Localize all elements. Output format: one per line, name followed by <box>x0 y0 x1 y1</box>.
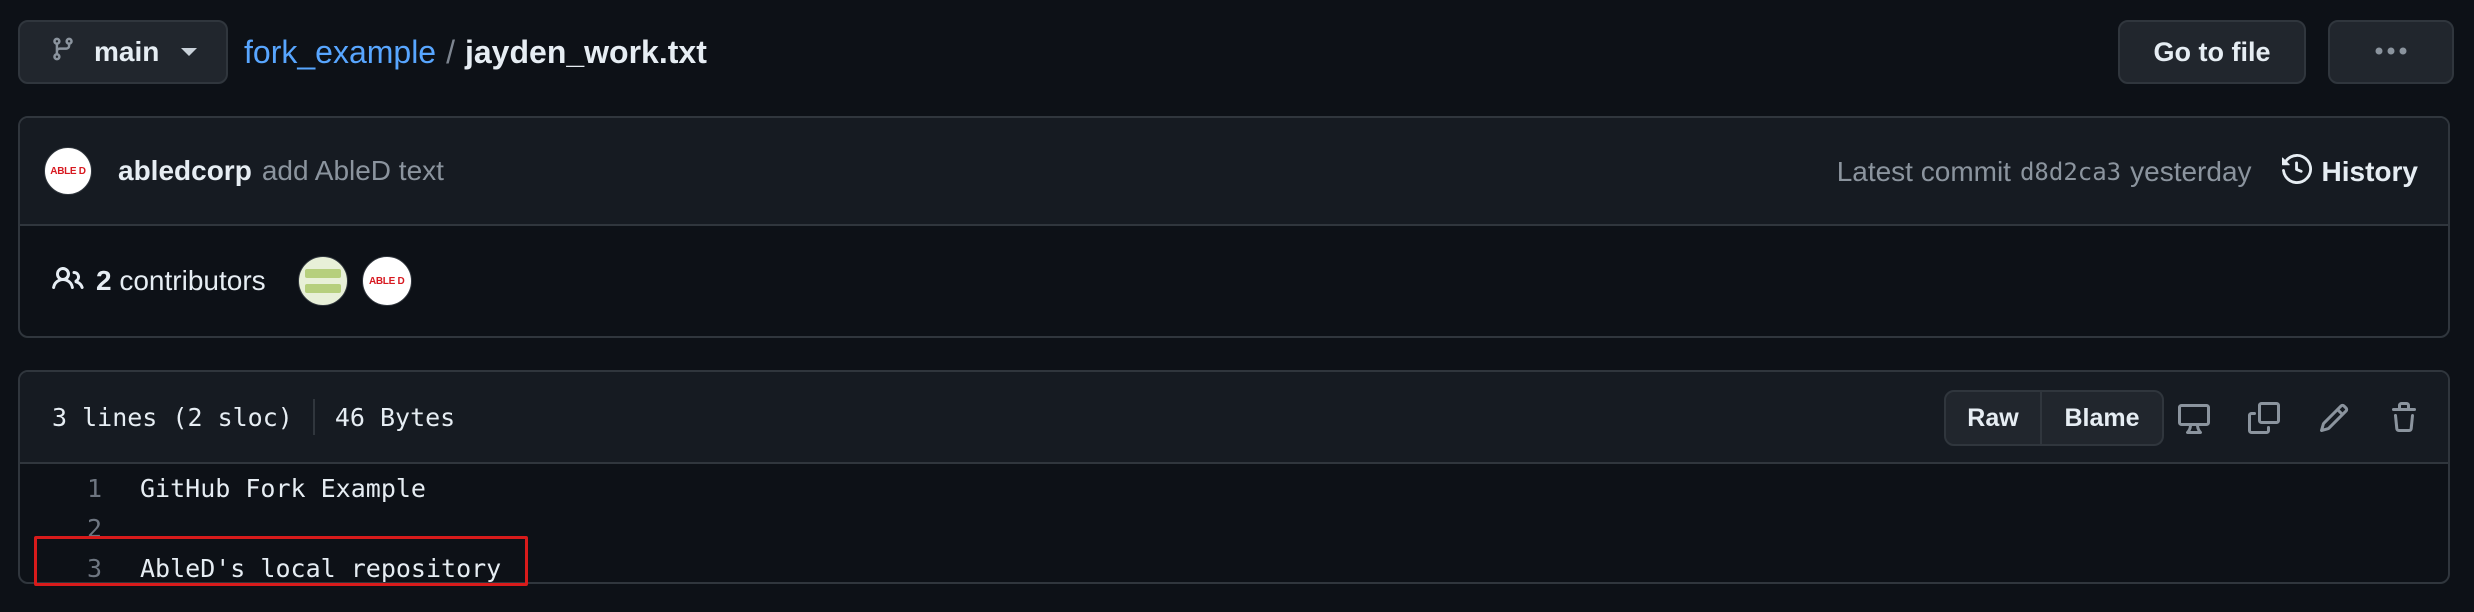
line-content: AbleD's local repository <box>140 553 502 583</box>
breadcrumb-file-name: jayden_work.txt <box>464 33 707 70</box>
people-icon <box>52 263 84 300</box>
commit-message-link[interactable]: add AbleD text <box>262 155 444 187</box>
breadcrumb-repo-link[interactable]: fork_example <box>244 34 436 71</box>
abled-logo: ABLE D <box>368 275 405 287</box>
history-label: History <box>2321 156 2418 187</box>
contributor-avatar-2[interactable]: ABLE D <box>361 256 412 306</box>
raw-button[interactable]: Raw <box>1946 392 2042 444</box>
contributor-avatars: ABLE D <box>297 256 412 306</box>
commit-row: ABLE D abledcorp add AbleD text Latest c… <box>20 118 2448 226</box>
contributors-row: 2 contributors ABLE D <box>20 226 2448 336</box>
branch-name: main <box>94 36 160 67</box>
file-navigation-bar: main fork_example / jayden_work.txt Go t… <box>18 20 2454 84</box>
go-to-file-button[interactable]: Go to file <box>2118 20 2306 84</box>
file-viewer: 3 lines (2 sloc) 46 Bytes Raw Blame 1 Gi… <box>18 370 2450 584</box>
file-actions <box>2172 394 2426 442</box>
commit-time: yesterday <box>2130 156 2252 187</box>
kebab-horizontal-icon <box>2374 43 2408 61</box>
trash-icon[interactable] <box>2382 396 2426 440</box>
more-options-button[interactable] <box>2328 20 2454 84</box>
latest-commit-box: ABLE D abledcorp add AbleD text Latest c… <box>18 116 2450 338</box>
git-branch-icon <box>50 34 76 71</box>
contributors-count: 2 <box>96 265 112 296</box>
commit-sha-link[interactable]: d8d2ca3 <box>2020 158 2121 186</box>
copy-icon[interactable] <box>2242 396 2286 440</box>
breadcrumb: fork_example / jayden_work.txt <box>244 20 707 84</box>
line-number[interactable]: 2 <box>20 514 102 543</box>
file-lines-info: 3 lines (2 sloc) <box>52 402 293 432</box>
code-line: 3 AbleD's local repository <box>20 548 2448 583</box>
abled-logo: ABLE D <box>50 165 86 177</box>
latest-commit-label: Latest commit <box>1836 156 2011 187</box>
pencil-icon[interactable] <box>2312 396 2356 440</box>
divider <box>312 399 315 435</box>
raw-blame-group: Raw Blame <box>1944 390 2164 446</box>
code-line: 1 GitHub Fork Example <box>20 468 2448 508</box>
line-number[interactable]: 1 <box>20 474 102 503</box>
history-icon <box>2281 153 2312 191</box>
contributors-label[interactable]: 2 contributors <box>96 265 266 297</box>
code-view: 1 GitHub Fork Example 2 3 AbleD's local … <box>20 464 2448 583</box>
line-number[interactable]: 3 <box>20 554 102 583</box>
desktop-icon[interactable] <box>2172 396 2216 440</box>
blame-button[interactable]: Blame <box>2042 392 2162 444</box>
branch-select-button[interactable]: main <box>18 20 228 84</box>
avatar[interactable]: ABLE D <box>44 147 92 195</box>
file-size: 46 Bytes <box>334 402 456 432</box>
history-link[interactable]: History <box>2281 153 2418 191</box>
line-content: GitHub Fork Example <box>140 473 426 503</box>
commit-meta: Latest commit d8d2ca3 yesterday History <box>1837 118 2418 226</box>
contributor-avatar-1[interactable] <box>297 256 348 306</box>
code-line: 2 <box>20 508 2448 548</box>
commit-author-link[interactable]: abledcorp <box>118 155 252 187</box>
file-header: 3 lines (2 sloc) 46 Bytes Raw Blame <box>20 372 2448 464</box>
contributors-text: contributors <box>119 265 266 296</box>
breadcrumb-separator: / <box>446 33 455 70</box>
chevron-down-icon <box>181 48 198 56</box>
